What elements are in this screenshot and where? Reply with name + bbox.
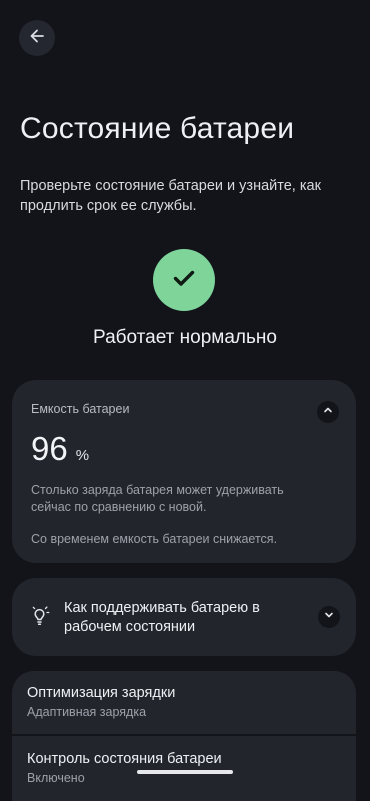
- chevron-up-icon: [322, 403, 334, 421]
- status-indicator: [153, 249, 215, 311]
- collapse-capacity-button[interactable]: [317, 401, 339, 423]
- divider: [12, 734, 356, 736]
- back-button[interactable]: [19, 20, 55, 56]
- expand-tips-button[interactable]: [318, 606, 340, 628]
- setting-charging-optimization[interactable]: Оптимизация зарядки Адаптивная зарядка: [12, 685, 356, 719]
- check-icon: [171, 265, 197, 296]
- lightbulb-icon: [29, 605, 51, 632]
- capacity-value-row: 96 %: [31, 430, 337, 468]
- setting-title: Оптимизация зарядки: [27, 685, 176, 701]
- capacity-unit: %: [75, 447, 90, 464]
- setting-battery-health-control[interactable]: Контроль состояния батареи Включено: [12, 751, 356, 785]
- capacity-description: Столько заряда батарея может удерживать …: [31, 483, 284, 514]
- page-title: Состояние батареи: [20, 112, 295, 145]
- battery-capacity-card: Емкость батареи 96 % Столько заряда бата…: [12, 380, 356, 563]
- capacity-label: Емкость батареи: [31, 402, 130, 416]
- status-text: Работает нормально: [93, 327, 277, 348]
- capacity-value: 96: [31, 430, 68, 467]
- page-subtitle: Проверьте состояние батареи и узнайте, к…: [20, 178, 321, 214]
- capacity-note: Со временем емкость батареи снижается.: [31, 532, 278, 546]
- tips-label: Как поддерживать батарею в рабочем состо…: [64, 600, 260, 635]
- setting-title: Контроль состояния батареи: [27, 751, 222, 767]
- chevron-down-icon: [323, 608, 335, 626]
- arrow-left-icon: [28, 27, 46, 50]
- battery-tips-card[interactable]: Как поддерживать батарею в рабочем состо…: [12, 578, 356, 656]
- home-indicator[interactable]: [137, 770, 233, 774]
- battery-settings-list: Оптимизация зарядки Адаптивная зарядка К…: [12, 671, 356, 801]
- setting-subtitle: Адаптивная зарядка: [27, 705, 147, 719]
